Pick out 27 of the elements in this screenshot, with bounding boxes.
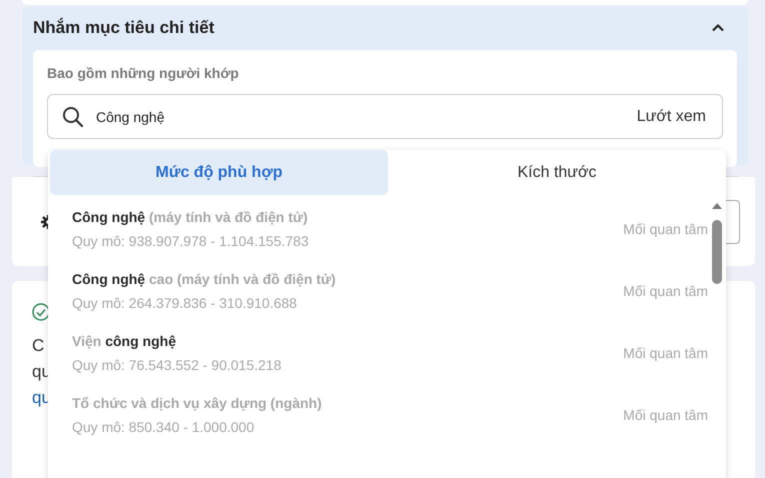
search-icon bbox=[62, 106, 84, 128]
tab[interactable]: Mức độ phù hợp bbox=[50, 150, 388, 195]
field-label: Bao gồm những người khớp bbox=[47, 65, 239, 81]
chevron-icon[interactable] bbox=[711, 23, 725, 32]
option-title: Viện công nghệ bbox=[72, 333, 177, 349]
option-category: Mối quan tâm bbox=[623, 407, 708, 423]
option-category: Mối quan tâm bbox=[623, 221, 708, 237]
scrollbar-thumb[interactable] bbox=[712, 220, 722, 284]
option-category: Mối quan tâm bbox=[623, 345, 708, 361]
option-title: Công nghệ (máy tính và đồ điện tử) bbox=[72, 209, 309, 225]
scroll-up-icon[interactable] bbox=[712, 203, 722, 209]
option-size: Quy mô: 850.340 - 1.000.000 bbox=[72, 419, 256, 435]
option-item[interactable]: Viện công nghệ Quy mô: 76.543.552 - 90.015.218 Mối quan tâm bbox=[48, 322, 708, 384]
section-title: Nhắm mục tiêu chi tiết bbox=[33, 18, 214, 38]
option-size: Quy mô: 938.907.978 - 1.104.155.783 bbox=[72, 233, 309, 249]
option-category: Mối quan tâm bbox=[623, 283, 708, 299]
option-size: Quy mô: 264.379.836 - 310.910.688 bbox=[72, 295, 298, 311]
option-size: Quy mô: 76.543.552 - 90.015.218 bbox=[72, 357, 282, 373]
option-item[interactable]: Công nghệ cao (máy tính và đồ điện tử) Quy mô: 264.379.836 - 310.910.688 Mối quan tâm bbox=[48, 260, 708, 322]
option-item[interactable]: Công nghệ (máy tính và đồ điện tử) Quy mô: 938.907.978 - 1.104.155.783 Mối quan tâm bbox=[48, 198, 708, 260]
option-title: Công nghệ cao (máy tính và đồ điện tử) bbox=[72, 271, 336, 287]
tab[interactable]: Kích thước bbox=[388, 150, 726, 195]
search-field[interactable]: Công nghệ Lướt xem bbox=[47, 94, 723, 139]
option-title: Tổ chức và dịch vụ xây dựng (ngành) bbox=[72, 395, 322, 411]
browse-link[interactable]: Lướt xem bbox=[636, 108, 706, 126]
body-text: C bbox=[32, 335, 44, 357]
check-circle-icon bbox=[32, 303, 50, 321]
